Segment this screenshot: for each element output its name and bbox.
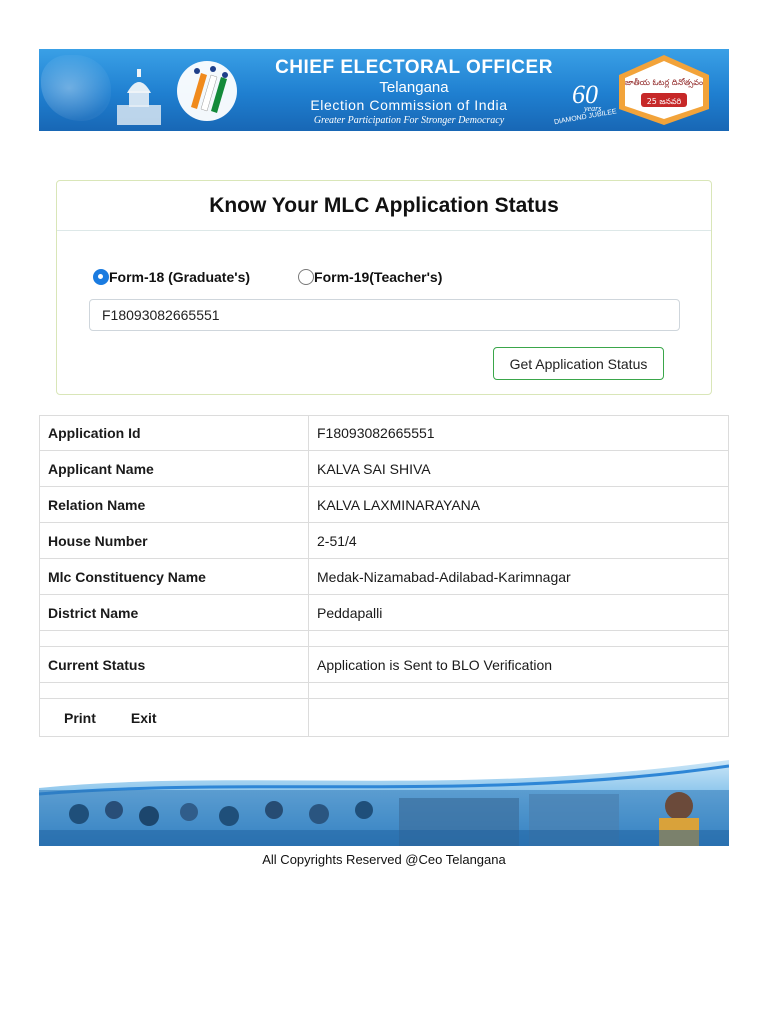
- print-link[interactable]: Print: [64, 710, 96, 726]
- row-key: Relation Name: [39, 487, 309, 523]
- actions-row: Print Exit: [39, 699, 729, 737]
- panel-header: Know Your MLC Application Status: [57, 181, 711, 231]
- empty-cell: [309, 699, 729, 737]
- row-key: Application Id: [39, 415, 309, 451]
- row-value: Medak-Nizamabad-Adilabad-Karimnagar: [309, 559, 729, 595]
- banner-commission: Election Commission of India: [310, 97, 508, 113]
- spacer-row: [39, 683, 729, 699]
- banner-title: CHIEF ELECTORAL OFFICER: [275, 57, 553, 78]
- status-row: Current Status Application is Sent to BL…: [39, 647, 729, 683]
- status-value: Application is Sent to BLO Verification: [309, 647, 729, 683]
- table-row: Mlc Constituency Name Medak-Nizamabad-Ad…: [39, 559, 729, 595]
- exit-link[interactable]: Exit: [131, 710, 157, 726]
- radio-form-18-label: Form-18 (Graduate's): [109, 269, 251, 285]
- row-value: KALVA LAXMINARAYANA: [309, 487, 729, 523]
- application-id-input[interactable]: [89, 299, 680, 331]
- row-value: KALVA SAI SHIVA: [309, 451, 729, 487]
- row-key: District Name: [39, 595, 309, 631]
- row-value: F18093082665551: [309, 415, 729, 451]
- table-row: Applicant Name KALVA SAI SHIVA: [39, 451, 729, 487]
- empty-cell: [309, 683, 729, 699]
- row-value: Peddapalli: [309, 595, 729, 631]
- row-value: 2-51/4: [309, 523, 729, 559]
- table-row: Relation Name KALVA LAXMINARAYANA: [39, 487, 729, 523]
- footer-banner-image: [39, 758, 729, 846]
- actions-cell: Print Exit: [39, 699, 309, 737]
- form-type-selector: Form-18 (Graduate's) Form-19(Teacher's): [93, 269, 442, 285]
- empty-cell: [39, 683, 309, 699]
- table-row: District Name Peddapalli: [39, 595, 729, 631]
- page-title: Know Your MLC Application Status: [209, 193, 559, 217]
- radio-checked-icon[interactable]: [93, 269, 109, 285]
- banner-tagline: Greater Participation For Stronger Democ…: [313, 115, 505, 126]
- radio-form-19-label: Form-19(Teacher's): [314, 269, 443, 285]
- row-key: House Number: [39, 523, 309, 559]
- banner-state: Telangana: [379, 79, 449, 96]
- voters-day-text: జాతీయ ఓటర్ల దినోత్సవం: [625, 78, 703, 88]
- radio-form-18[interactable]: Form-18 (Graduate's): [93, 269, 250, 285]
- row-key: Mlc Constituency Name: [39, 559, 309, 595]
- national-voters-day-logo: జాతీయ ఓటర్ల దినోత్సవం 25 జనవరి: [619, 55, 709, 125]
- voters-day-date: 25 జనవరి: [647, 97, 682, 106]
- get-application-status-button[interactable]: Get Application Status: [493, 347, 664, 380]
- table-row: Application Id F18093082665551: [39, 415, 729, 451]
- telangana-map-graphic: [41, 55, 111, 121]
- empty-cell: [309, 631, 729, 647]
- copyright-text: All Copyrights Reserved @Ceo Telangana: [262, 852, 506, 867]
- status-key: Current Status: [39, 647, 309, 683]
- application-details-table: Application Id F18093082665551 Applicant…: [39, 415, 729, 737]
- table-row: House Number 2-51/4: [39, 523, 729, 559]
- voters-collage-image: [39, 790, 729, 846]
- spacer-row: [39, 631, 729, 647]
- application-status-panel: Know Your MLC Application Status Form-18…: [56, 180, 712, 395]
- row-key: Applicant Name: [39, 451, 309, 487]
- radio-unchecked-icon[interactable]: [298, 269, 315, 285]
- assembly-building-graphic: [117, 69, 161, 125]
- empty-cell: [39, 631, 309, 647]
- header-banner: CHIEF ELECTORAL OFFICER Telangana Electi…: [39, 49, 729, 131]
- radio-form-19[interactable]: Form-19(Teacher's): [298, 269, 442, 285]
